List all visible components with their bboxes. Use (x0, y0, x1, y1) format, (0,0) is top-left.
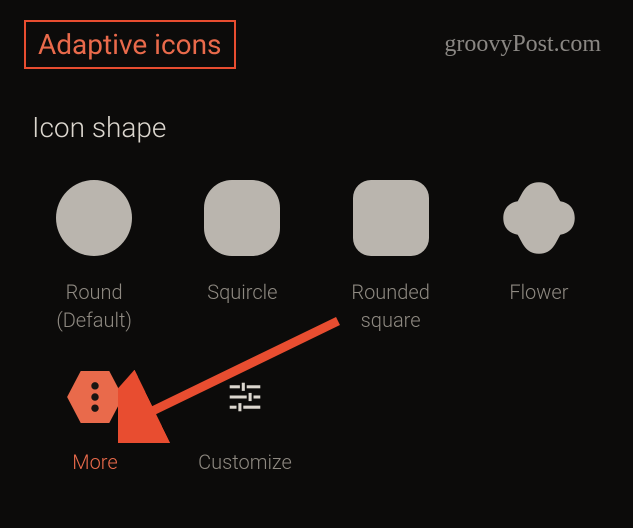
customize-button[interactable]: Customize (170, 366, 320, 474)
shape-option-round[interactable]: Round(Default) (20, 180, 168, 334)
actions-row: More Customize (0, 334, 633, 474)
rounded-square-shape-icon (353, 180, 429, 256)
sliders-icon (214, 366, 276, 428)
shape-label: Squircle (207, 278, 277, 306)
shape-option-squircle[interactable]: Squircle (168, 180, 316, 334)
round-shape-icon (56, 180, 132, 256)
shape-label: Round(Default) (56, 278, 132, 334)
squircle-shape-icon (204, 180, 280, 256)
section-title: Icon shape (0, 69, 633, 144)
page-title: Adaptive icons (38, 28, 222, 61)
more-button[interactable]: More (20, 366, 170, 474)
watermark: groovyPost.com (444, 31, 601, 58)
icon-shape-options: Round(Default) Squircle Roundedsquare Fl… (0, 144, 633, 334)
shape-option-rounded-square[interactable]: Roundedsquare (317, 180, 465, 334)
shape-label: Flower (509, 278, 568, 306)
hexagon-more-icon (64, 366, 126, 428)
customize-label: Customize (198, 450, 292, 474)
more-label: More (72, 450, 117, 474)
title-highlight-box: Adaptive icons (24, 20, 236, 69)
shape-label: Roundedsquare (351, 278, 429, 334)
shape-option-flower[interactable]: Flower (465, 180, 613, 334)
flower-shape-icon (501, 180, 577, 256)
